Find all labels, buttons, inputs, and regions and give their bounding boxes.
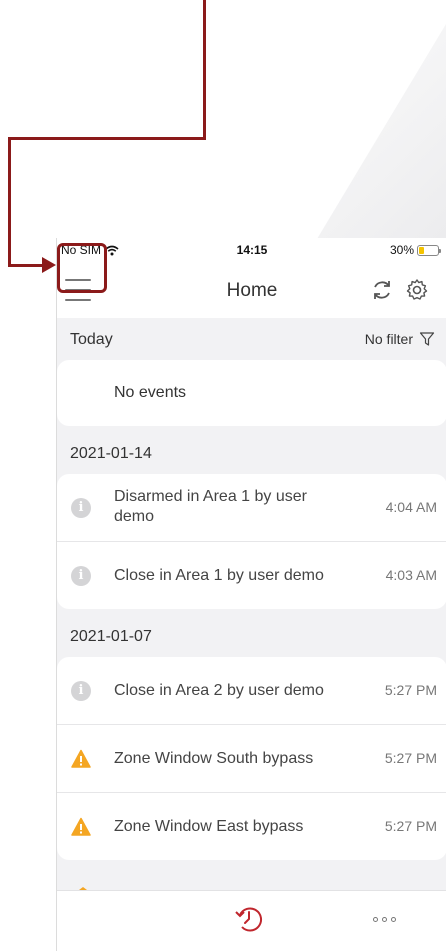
- filter-icon: [419, 332, 435, 346]
- event-row[interactable]: Zone Window South bypass 5:27 PM: [57, 725, 446, 793]
- filter-label: No filter: [364, 331, 413, 347]
- app-header: Home: [57, 262, 446, 318]
- annotation-line: [8, 137, 206, 140]
- history-icon[interactable]: [233, 903, 265, 935]
- event-row[interactable]: i Close in Area 1 by user demo 4:03 AM: [57, 542, 446, 609]
- warning-icon: [71, 749, 91, 768]
- date-group-header: 2021-01-07: [57, 615, 446, 657]
- event-text: Close in Area 1 by user demo: [114, 567, 324, 584]
- event-time: 5:27 PM: [384, 750, 437, 766]
- battery-icon: [417, 244, 441, 256]
- today-label: Today: [70, 331, 113, 348]
- annotation-line: [8, 137, 11, 267]
- event-time: 4:04 AM: [385, 499, 437, 515]
- empty-state-text: No events: [114, 384, 187, 401]
- info-icon: i: [71, 498, 91, 518]
- status-time: 14:15: [236, 243, 268, 257]
- battery-level: [419, 246, 424, 254]
- background-decoration: [316, 24, 446, 240]
- event-time: 5:27 PM: [384, 818, 437, 834]
- info-icon: i: [71, 566, 91, 586]
- date-label: 2021-01-14: [70, 445, 152, 462]
- annotation-line: [203, 0, 206, 140]
- event-row[interactable]: i Disarmed in Area 1 by user demo 4:04 A…: [57, 474, 446, 542]
- event-text: Zone Window East bypass: [114, 818, 304, 835]
- status-bar: No SIM 14:15 30%: [57, 238, 446, 262]
- info-icon: i: [71, 681, 91, 701]
- annotation-line: [8, 264, 44, 267]
- app-screen: No SIM 14:15 30% Home Today No filter No…: [56, 238, 446, 951]
- today-events-card: No events: [57, 360, 446, 426]
- event-text: Disarmed in Area 1 by user demo: [114, 488, 307, 525]
- event-row[interactable]: Zone Window East bypass 5:27 PM: [57, 793, 446, 860]
- annotation-highlight-box: [57, 243, 107, 293]
- battery-percent: 30%: [389, 243, 414, 257]
- bottom-tab-bar: [57, 890, 446, 951]
- warning-icon: [71, 817, 91, 836]
- event-text: Zone Window South bypass: [114, 750, 314, 767]
- date-group-header: 2021-01-14: [57, 432, 446, 474]
- filter-button[interactable]: No filter: [365, 331, 435, 347]
- event-time: 5:27 PM: [384, 682, 437, 698]
- event-list-card: i Disarmed in Area 1 by user demo 4:04 A…: [57, 474, 446, 609]
- annotation-arrow-icon: [42, 257, 56, 273]
- more-icon[interactable]: [373, 917, 396, 922]
- event-text: Close in Area 2 by user demo: [114, 682, 324, 699]
- event-list-card: i Close in Area 2 by user demo 5:27 PM Z…: [57, 657, 446, 860]
- event-row[interactable]: i Close in Area 2 by user demo 5:27 PM: [57, 657, 446, 725]
- gear-icon[interactable]: [405, 278, 429, 302]
- event-time: 4:03 AM: [385, 567, 437, 583]
- date-label: 2021-01-07: [70, 628, 152, 645]
- refresh-icon[interactable]: [370, 278, 394, 302]
- today-section-header: Today No filter: [57, 318, 446, 360]
